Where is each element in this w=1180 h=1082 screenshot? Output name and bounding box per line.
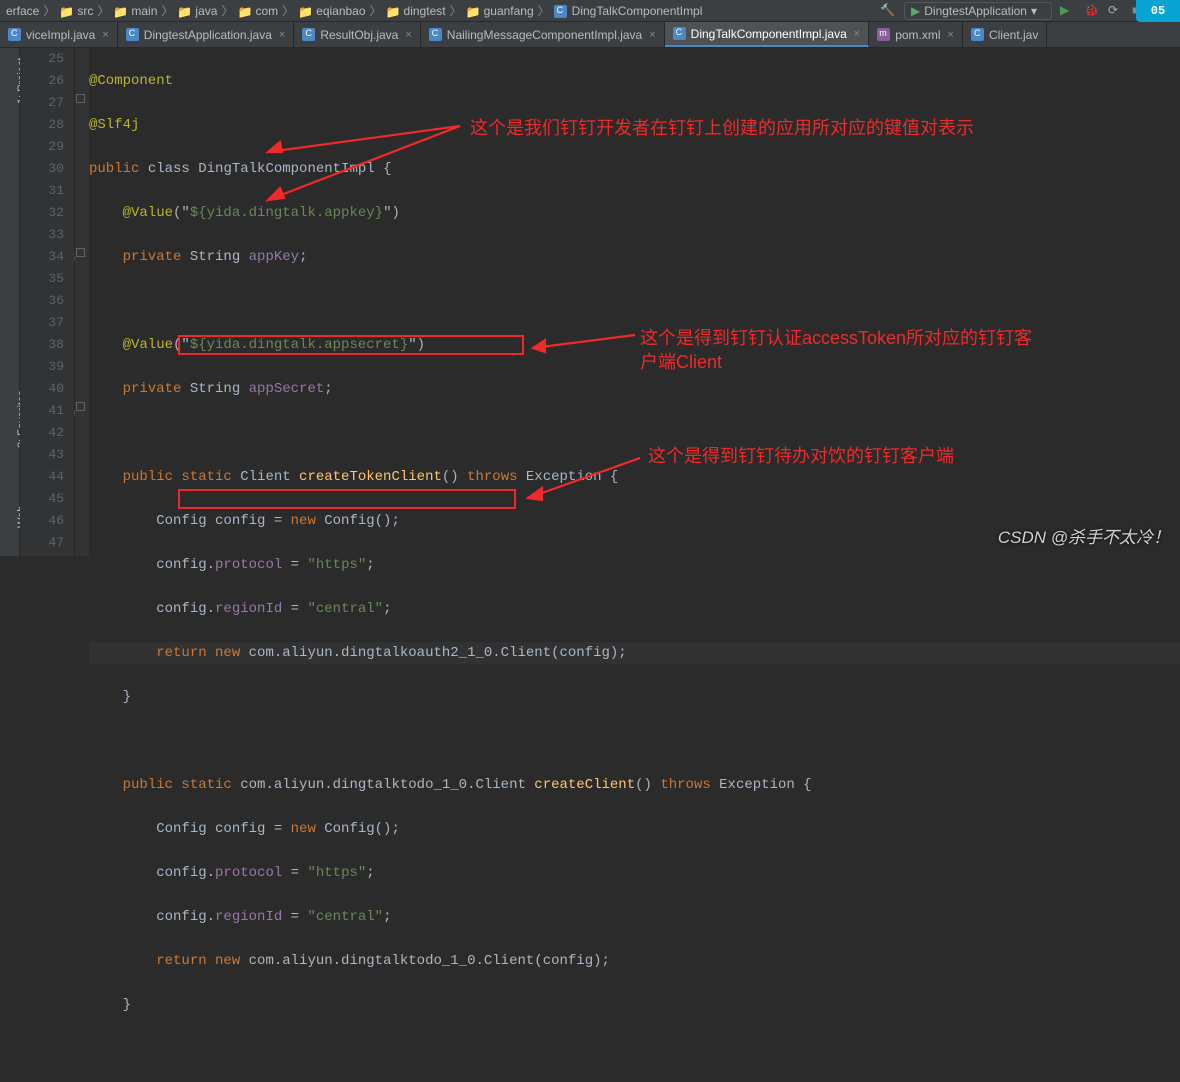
folder-icon: 📁 bbox=[59, 5, 73, 17]
fold-toggle[interactable] bbox=[76, 402, 85, 411]
class-icon bbox=[126, 28, 139, 41]
annotation-note-3: 这个是得到钉钉待办对饮的钉钉客户端 bbox=[648, 444, 954, 468]
bc-part[interactable]: dingtest bbox=[404, 4, 446, 18]
close-icon[interactable]: × bbox=[948, 29, 954, 41]
tab-label: ResultObj.java bbox=[320, 28, 398, 42]
bc-part[interactable]: guanfang bbox=[484, 4, 534, 18]
folder-icon: 📁 bbox=[466, 5, 480, 17]
tab-label: NailingMessageComponentImpl.java bbox=[447, 28, 642, 42]
annotation-note-2b: 户端Client bbox=[640, 350, 722, 374]
class-icon bbox=[971, 28, 984, 41]
tab-label: viceImpl.java bbox=[26, 28, 95, 42]
tab-label: Client.jav bbox=[989, 28, 1038, 42]
bc-part[interactable]: main bbox=[131, 4, 157, 18]
class-icon bbox=[429, 28, 442, 41]
left-tool-strip: 1: Project 2: Favorites Web bbox=[0, 48, 20, 556]
bc-part[interactable]: erface bbox=[6, 4, 39, 18]
watermark: CSDN @杀手不太冷！ bbox=[998, 523, 1170, 548]
corner-badge: 05 bbox=[1136, 0, 1180, 22]
folder-icon: 📁 bbox=[177, 5, 191, 17]
annotation-note-2a: 这个是得到钉钉认证accessToken所对应的钉钉客 bbox=[640, 326, 1032, 350]
tab-label: pom.xml bbox=[895, 28, 940, 42]
fold-toggle[interactable] bbox=[76, 248, 85, 257]
chevron-down-icon: ▾ bbox=[1031, 4, 1037, 18]
bc-part[interactable]: java bbox=[195, 4, 217, 18]
fold-toggle[interactable] bbox=[76, 94, 85, 103]
class-icon bbox=[554, 5, 568, 17]
tab-viceimpl[interactable]: viceImpl.java × bbox=[0, 22, 118, 47]
annotation-note-1: 这个是我们钉钉开发者在钉钉上创建的应用所对应的键值对表示 bbox=[470, 116, 974, 140]
coverage-icon[interactable]: ⟳ bbox=[1108, 3, 1124, 19]
bc-part[interactable]: src bbox=[77, 4, 93, 18]
debug-icon[interactable]: 🐞 bbox=[1084, 3, 1100, 19]
tab-label: DingtestApplication.java bbox=[144, 28, 272, 42]
run-config-select[interactable]: ▶ DingtestApplication ▾ bbox=[904, 2, 1052, 20]
run-icon[interactable]: ▶ bbox=[1060, 3, 1076, 19]
tab-resultobj[interactable]: ResultObj.java × bbox=[294, 22, 420, 47]
breadcrumb: erface〉 📁src〉 📁main〉 📁java〉 📁com〉 📁eqian… bbox=[0, 0, 1180, 22]
close-icon[interactable]: × bbox=[854, 28, 860, 40]
class-icon bbox=[8, 28, 21, 41]
toolbar-right: 🔨 ▶ DingtestApplication ▾ ▶ 🐞 ⟳ ■ 🔍 bbox=[880, 2, 1180, 20]
class-icon bbox=[302, 28, 315, 41]
bc-part[interactable]: com bbox=[255, 4, 278, 18]
tab-client[interactable]: Client.jav bbox=[963, 22, 1047, 47]
folder-icon: 📁 bbox=[113, 5, 127, 17]
editor-tabs: viceImpl.java × DingtestApplication.java ×… bbox=[0, 22, 1180, 48]
build-icon[interactable]: 🔨 bbox=[880, 3, 896, 19]
folder-icon: 📁 bbox=[298, 5, 312, 17]
bc-part[interactable]: DingTalkComponentImpl bbox=[572, 4, 703, 18]
tab-dingtestapplication[interactable]: DingtestApplication.java × bbox=[118, 22, 295, 47]
close-icon[interactable]: × bbox=[279, 29, 285, 41]
tab-label: DingTalkComponentImpl.java bbox=[691, 27, 847, 41]
tab-dingtalkcomponentimpl[interactable]: DingTalkComponentImpl.java × bbox=[665, 22, 870, 47]
folder-icon: 📁 bbox=[237, 5, 251, 17]
fold-column bbox=[75, 48, 89, 556]
close-icon[interactable]: × bbox=[649, 29, 655, 41]
line-gutter: 252627 ● 282930313233 34 @ 353637383940 … bbox=[20, 48, 75, 556]
tab-pom[interactable]: pom.xml × bbox=[869, 22, 963, 47]
run-config-label: DingtestApplication bbox=[924, 4, 1027, 18]
close-icon[interactable]: × bbox=[405, 29, 411, 41]
bc-part[interactable]: eqianbao bbox=[316, 4, 365, 18]
tab-nailingmessage[interactable]: NailingMessageComponentImpl.java × bbox=[421, 22, 665, 47]
close-icon[interactable]: × bbox=[102, 29, 108, 41]
maven-icon bbox=[877, 28, 890, 41]
folder-icon: 📁 bbox=[386, 5, 400, 17]
class-icon bbox=[673, 27, 686, 40]
